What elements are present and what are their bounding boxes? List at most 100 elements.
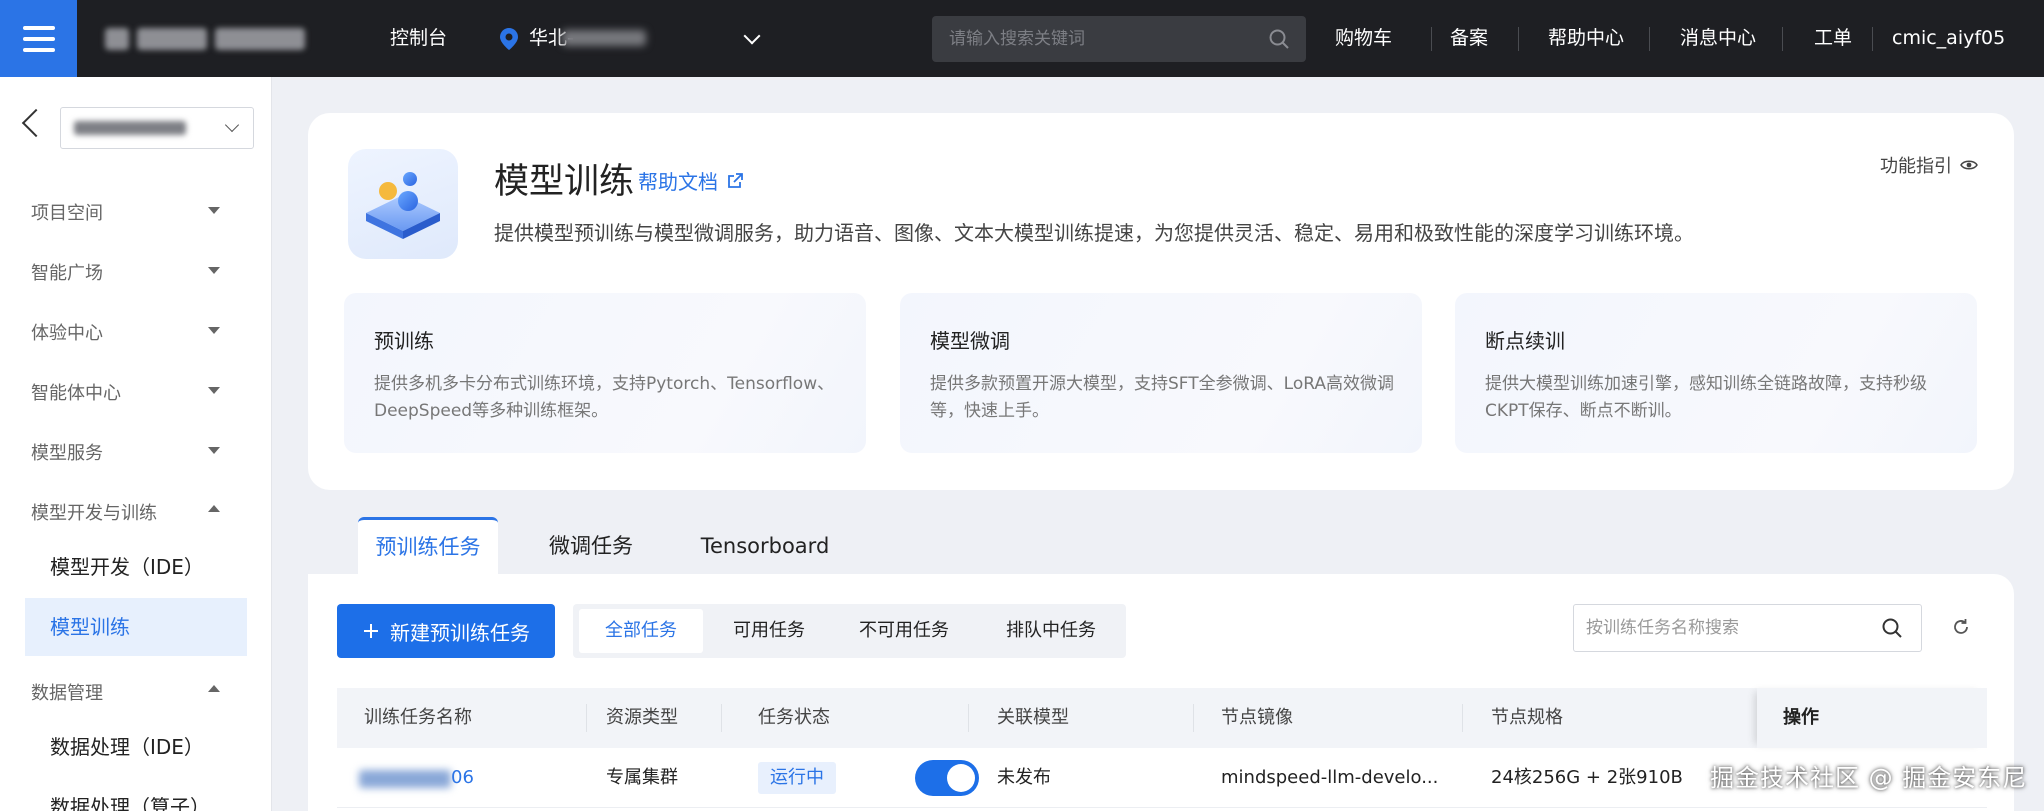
feature-desc: 提供多款预置开源大模型，支持SFT全参微调、LoRA高效微调等，快速上手。: [930, 374, 1394, 421]
tab-pretrain-tasks[interactable]: 预训练任务: [358, 517, 498, 575]
caret-down-icon[interactable]: [208, 447, 220, 454]
task-search-input[interactable]: 按训练任务名称搜索: [1573, 604, 1922, 652]
feature-card-pretrain: 预训练 提供多机多卡分布式训练环境，支持Pytorch、Tensorflow、D…: [344, 293, 866, 453]
ticket-link[interactable]: 工单: [1814, 0, 1852, 77]
table-header: 训练任务名称 资源类型 任务状态 关联模型 节点镜像 节点规格 操作: [337, 688, 1987, 748]
page-description: 提供模型预训练与模型微调服务，助力语音、图像、文本大模型训练提速，为您提供灵活、…: [494, 221, 1694, 245]
help-doc-link[interactable]: 帮助文档: [638, 166, 744, 195]
console-link[interactable]: 控制台: [390, 0, 447, 77]
divider: [968, 704, 969, 732]
sidebar-item-model-training[interactable]: 模型训练: [25, 598, 247, 656]
sidebar-group-experience-center[interactable]: 体验中心: [31, 319, 103, 345]
task-toggle-switch[interactable]: [915, 760, 979, 796]
plus-icon: [364, 624, 378, 638]
col-linked-model: 关联模型: [997, 707, 1069, 728]
feature-title: 模型微调: [930, 329, 1010, 353]
chevron-down-icon[interactable]: [743, 27, 761, 45]
col-node-spec: 节点规格: [1491, 707, 1563, 728]
new-pretrain-task-button[interactable]: 新建预训练任务: [337, 604, 555, 658]
divider: [1193, 704, 1194, 732]
app-root: 控制台 华北- 请输入搜索关键词 购物车 备案 帮助中心 消息中心 工单 cmi…: [0, 0, 2044, 811]
col-task-name: 训练任务名称: [364, 707, 472, 728]
divider: [1518, 27, 1519, 51]
watermark: 掘金技术社区 @ 掘金安东尼: [1710, 764, 2028, 792]
task-search-placeholder: 按训练任务名称搜索: [1586, 618, 1739, 638]
refresh-icon[interactable]: [1950, 616, 1972, 638]
filing-link[interactable]: 备案: [1450, 0, 1488, 77]
page-title: 模型训练: [494, 162, 635, 202]
node-spec-cell: 24核256G + 2张910B: [1491, 767, 1683, 788]
node-image-cell: mindspeed-llm-develo...: [1221, 767, 1439, 788]
top-bar: 控制台 华北- 请输入搜索关键词 购物车 备案 帮助中心 消息中心 工单 cmi…: [0, 0, 2044, 77]
feature-card-resume-training: 断点续训 提供大模型训练加速引擎，感知训练全链路故障，支持秒级CKPT保存、断点…: [1455, 293, 1977, 453]
filter-unavailable-tasks[interactable]: 不可用任务: [833, 609, 975, 653]
task-filter-segment: 全部任务 可用任务 不可用任务 排队中任务: [573, 604, 1126, 658]
linked-model-cell: 未发布: [997, 767, 1051, 788]
col-resource-type: 资源类型: [606, 707, 678, 728]
divider: [586, 704, 587, 732]
message-center-link[interactable]: 消息中心: [1680, 0, 1756, 77]
menu-icon[interactable]: [0, 0, 77, 77]
region-name-redacted: [562, 30, 646, 46]
feature-guide-label: 功能指引: [1880, 156, 1952, 177]
divider: [721, 704, 722, 732]
divider: [1782, 27, 1783, 51]
filter-all-tasks[interactable]: 全部任务: [579, 609, 703, 653]
divider: [1431, 27, 1432, 51]
global-search-input[interactable]: 请输入搜索关键词: [932, 16, 1306, 62]
cart-link[interactable]: 购物车: [1335, 0, 1392, 77]
sidebar-group-agent-center[interactable]: 智能体中心: [31, 379, 121, 405]
sidebar-group-model-service[interactable]: 模型服务: [31, 439, 103, 465]
task-tabs: 预训练任务 微调任务 Tensorboard: [308, 517, 2014, 575]
feature-title: 断点续训: [1485, 329, 1565, 353]
help-doc-label: 帮助文档: [638, 170, 718, 194]
help-center-link[interactable]: 帮助中心: [1548, 0, 1624, 77]
sidebar-item-model-dev-ide[interactable]: 模型开发（IDE）: [25, 538, 247, 596]
brand-logo[interactable]: [105, 24, 315, 54]
tab-finetune-tasks[interactable]: 微调任务: [531, 517, 651, 575]
feature-desc: 提供多机多卡分布式训练环境，支持Pytorch、Tensorflow、DeepS…: [374, 374, 835, 421]
project-select[interactable]: [60, 107, 254, 149]
caret-down-icon[interactable]: [208, 207, 220, 214]
feature-guide-link[interactable]: 功能指引: [1880, 152, 1978, 178]
caret-up-icon[interactable]: [208, 685, 220, 692]
filter-queued-tasks[interactable]: 排队中任务: [983, 609, 1119, 653]
caret-down-icon[interactable]: [208, 267, 220, 274]
location-pin-icon: [500, 28, 518, 50]
search-icon[interactable]: [1881, 617, 1903, 639]
filter-available-tasks[interactable]: 可用任务: [710, 609, 828, 653]
eye-icon: [1960, 160, 1978, 170]
task-name-redacted: [359, 770, 451, 788]
chevron-down-icon: [224, 117, 240, 133]
project-name-redacted: [74, 121, 186, 135]
col-actions: 操作: [1783, 707, 1819, 728]
sidebar-group-model-dev-training[interactable]: 模型开发与训练: [31, 499, 157, 525]
sidebar-group-project-space[interactable]: 项目空间: [31, 199, 103, 225]
feature-title: 预训练: [374, 329, 434, 353]
actions-column-header: 操作: [1757, 688, 1987, 748]
back-arrow-icon[interactable]: [21, 108, 51, 138]
search-placeholder: 请输入搜索关键词: [949, 29, 1085, 49]
product-intro-card: 模型训练 帮助文档 功能指引 提供模型预训练与模型微调服务，助力语音、图像、文本…: [308, 113, 2014, 490]
tab-tensorboard[interactable]: Tensorboard: [685, 517, 845, 575]
sidebar-item-data-processing-ide[interactable]: 数据处理（IDE）: [25, 718, 247, 776]
status-badge: 运行中: [758, 762, 836, 794]
feature-desc: 提供大模型训练加速引擎，感知训练全链路故障，支持秒级CKPT保存、断点不断训。: [1485, 374, 1927, 421]
new-pretrain-task-label: 新建预训练任务: [390, 620, 530, 645]
search-icon[interactable]: [1268, 28, 1290, 50]
external-link-icon: [728, 172, 743, 188]
model-training-icon: [348, 149, 458, 259]
sidebar: 项目空间 智能广场 体验中心 智能体中心 模型服务 模型开发与训练 模型开发（I…: [0, 77, 272, 811]
sidebar-group-data-management[interactable]: 数据管理: [31, 679, 103, 705]
sidebar-item-data-processing-operator[interactable]: 数据处理（算子）: [25, 778, 247, 811]
toggle-knob: [947, 764, 975, 792]
col-task-status: 任务状态: [758, 707, 830, 728]
caret-down-icon[interactable]: [208, 327, 220, 334]
task-name-link[interactable]: 06: [451, 748, 474, 808]
caret-up-icon[interactable]: [208, 505, 220, 512]
divider: [1649, 27, 1650, 51]
sidebar-group-intelligence-square[interactable]: 智能广场: [31, 259, 103, 285]
user-menu[interactable]: cmic_aiyf05: [1892, 0, 2005, 77]
caret-down-icon[interactable]: [208, 387, 220, 394]
col-node-image: 节点镜像: [1221, 707, 1293, 728]
